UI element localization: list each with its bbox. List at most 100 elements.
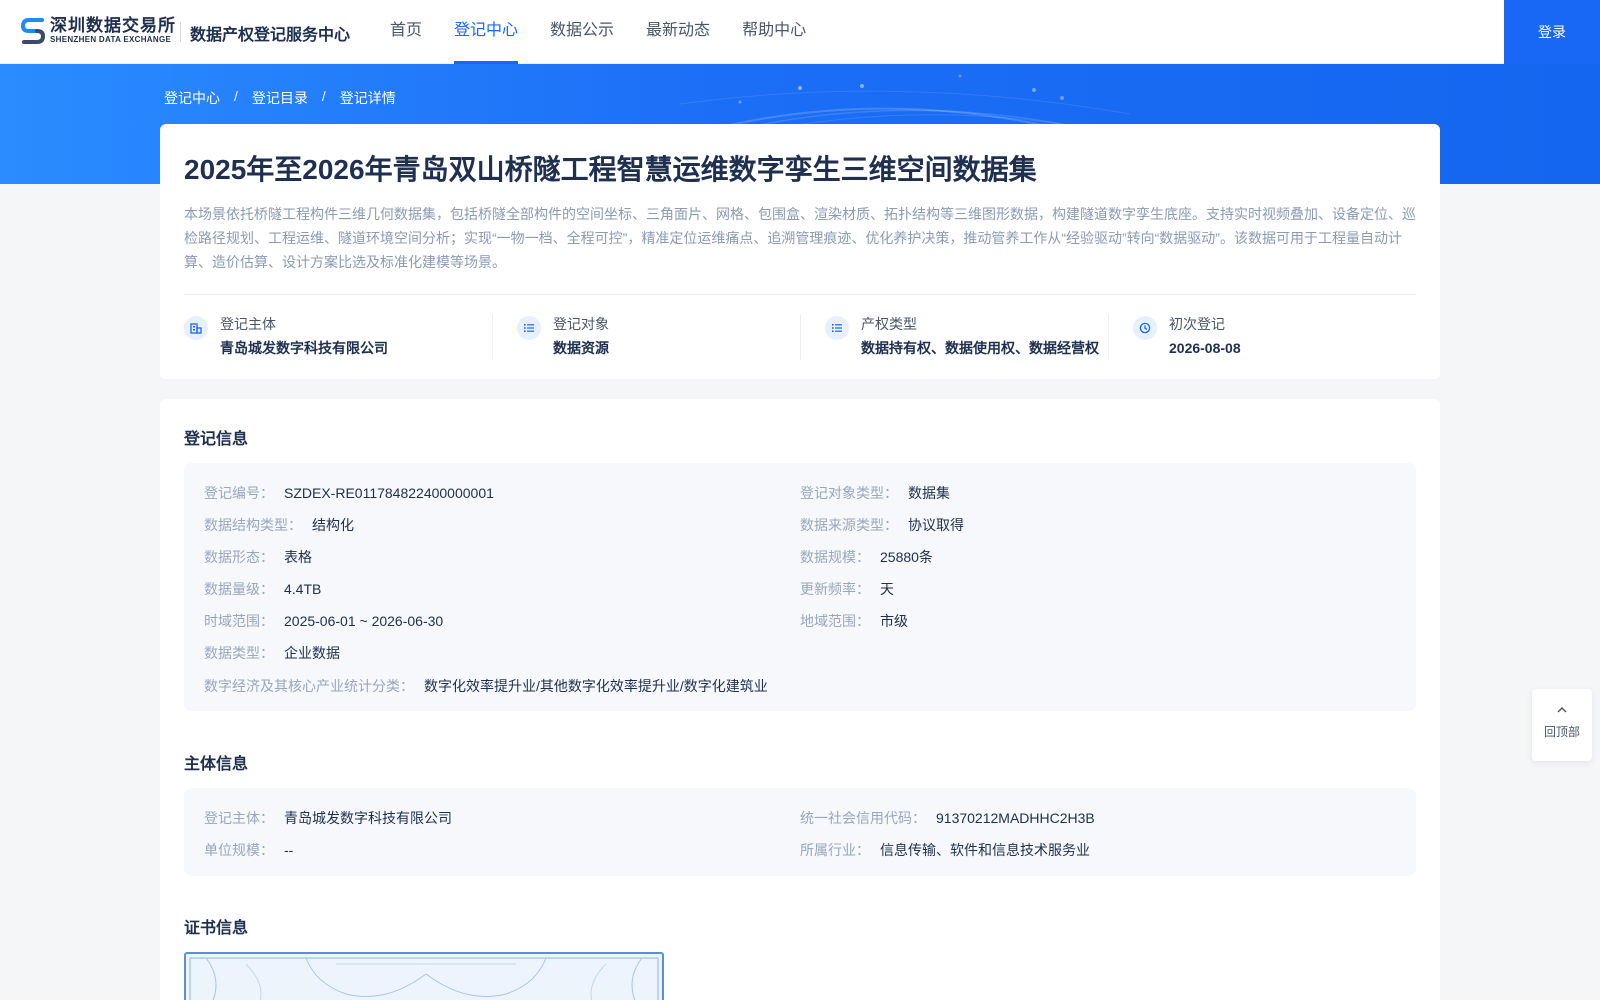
logo-icon (20, 16, 46, 46)
certificate-image[interactable] (184, 952, 664, 1000)
site-title: 数据产权登记服务中心 (190, 27, 351, 44)
info-key: 数据形态： (204, 549, 274, 565)
info-key: 数据来源类型： (800, 517, 898, 533)
info-value: 天 (880, 581, 894, 597)
certificate-info-title: 证书信息 (184, 920, 249, 937)
info-row: 登记对象类型： 数据集 (800, 483, 950, 503)
registration-info-title: 登记信息 (184, 431, 249, 448)
list-icon (517, 316, 541, 340)
chevron-up-icon (1532, 703, 1592, 717)
login-button[interactable]: 登录 (1504, 0, 1600, 64)
building-icon (184, 316, 208, 340)
breadcrumb-registration-center[interactable]: 登记中心 (164, 88, 220, 108)
breadcrumb-separator: / (321, 88, 326, 104)
meta-row: 登记主体 青岛城发数字科技有限公司 登记对象 数据资源 产权类型 数据持有权、数… (184, 314, 1416, 360)
meta-rights-type: 产权类型 数据持有权、数据使用权、数据经营权 (800, 314, 1108, 360)
info-key: 登记对象类型： (800, 485, 898, 501)
info-key: 数据量级： (204, 581, 274, 597)
info-key: 更新频率： (800, 581, 870, 597)
nav-latest-news[interactable]: 最新动态 (646, 0, 710, 64)
info-row: 数据规模： 25880条 (800, 547, 933, 567)
info-value: 数字化效率提升业/其他数字化效率提升业/数字化建筑业 (424, 678, 768, 694)
info-row: 登记编号： SZDEX-RE011784822400000001 (204, 483, 494, 503)
info-value: 表格 (284, 549, 312, 565)
meta-label: 登记对象 (553, 316, 609, 332)
info-row: 所属行业： 信息传输、软件和信息技术服务业 (800, 840, 1090, 860)
info-value: 结构化 (312, 517, 354, 533)
nav-data-publicity[interactable]: 数据公示 (550, 0, 614, 64)
info-key: 登记主体： (204, 810, 274, 826)
info-row: 数据形态： 表格 (204, 547, 312, 567)
info-key: 所属行业： (800, 842, 870, 858)
info-row: 数据类型： 企业数据 (204, 643, 340, 663)
info-value: 企业数据 (284, 645, 340, 661)
certificate-pattern (189, 957, 659, 1000)
meta-label: 登记主体 (220, 316, 276, 332)
info-key: 数据类型： (204, 645, 274, 661)
info-row: 单位规模： -- (204, 840, 293, 860)
nav-home[interactable]: 首页 (390, 0, 422, 64)
info-row: 数据来源类型： 协议取得 (800, 515, 964, 535)
info-value: -- (284, 842, 294, 858)
info-value: 91370212MADHHC2H3B (936, 810, 1095, 826)
nav-help-center[interactable]: 帮助中心 (742, 0, 806, 64)
meta-value: 数据资源 (553, 340, 609, 356)
info-value: 青岛城发数字科技有限公司 (284, 810, 452, 826)
detail-info-card: 登记信息 登记编号： SZDEX-RE011784822400000001 数据结… (160, 399, 1440, 1000)
clock-icon (1133, 316, 1157, 340)
info-value: 市级 (880, 613, 908, 629)
subject-info-box: 登记主体： 青岛城发数字科技有限公司 单位规模： -- 统一社会信用代码： 91370… (184, 788, 1416, 876)
info-value: 数据集 (908, 485, 950, 501)
meta-object: 登记对象 数据资源 (492, 314, 800, 360)
info-key: 数据结构类型： (204, 517, 302, 533)
breadcrumb-registration-detail: 登记详情 (339, 90, 396, 106)
info-key: 单位规模： (204, 842, 274, 858)
breadcrumb: 登记中心 / 登记目录 / 登记详情 (164, 88, 396, 108)
info-key: 数字经济及其核心产业统计分类： (204, 678, 414, 694)
back-to-top-label: 回顶部 (1543, 725, 1580, 739)
dataset-description: 本场景依托桥隧工程构件三维几何数据集，包括桥隧全部构件的空间坐标、三角面片、网格… (184, 206, 1416, 270)
top-header: 深圳数据交易所 SHENZHEN DATA EXCHANGE 数据产权登记服务中… (0, 0, 1600, 64)
info-key: 时域范围： (204, 613, 274, 629)
logo-name-cn: 深圳数据交易所 (50, 16, 176, 35)
nav-registration-center[interactable]: 登记中心 (454, 0, 519, 64)
meta-first-registration: 初次登记 2026-08-08 (1108, 314, 1416, 360)
info-value: 4.4TB (284, 581, 322, 597)
breadcrumb-registration-catalog[interactable]: 登记目录 (252, 88, 308, 108)
meta-value: 数据持有权、数据使用权、数据经营权 (861, 340, 1099, 356)
info-row: 统一社会信用代码： 91370212MADHHC2H3B (800, 808, 1095, 828)
back-to-top-button[interactable]: 回顶部 (1532, 689, 1592, 761)
info-row: 时域范围： 2025-06-01 ~ 2026-06-30 (204, 611, 443, 631)
meta-value: 青岛城发数字科技有限公司 (220, 340, 388, 356)
info-key: 地域范围： (800, 613, 870, 629)
info-row: 数字经济及其核心产业统计分类： 数字化效率提升业/其他数字化效率提升业/数字化建筑… (204, 676, 768, 696)
info-value: 协议取得 (908, 517, 964, 533)
dataset-summary-card: 2025年至2026年青岛双山桥隧工程智慧运维数字孪生三维空间数据集 本场景依托… (160, 124, 1440, 379)
info-value: 信息传输、软件和信息技术服务业 (880, 842, 1090, 858)
logo-name-en: SHENZHEN DATA EXCHANGE (50, 35, 172, 44)
header-divider (180, 22, 181, 42)
info-row: 数据结构类型： 结构化 (204, 515, 354, 535)
info-key: 登记编号： (204, 485, 274, 501)
info-key: 数据规模： (800, 549, 870, 565)
breadcrumb-separator: / (234, 88, 238, 104)
meta-label: 初次登记 (1169, 316, 1225, 332)
info-value: 2025-06-01 ~ 2026-06-30 (284, 613, 444, 629)
info-row: 地域范围： 市级 (800, 611, 908, 631)
info-row: 数据量级： 4.4TB (204, 579, 321, 599)
subject-info-title: 主体信息 (184, 756, 249, 773)
registration-info-box: 登记编号： SZDEX-RE011784822400000001 数据结构类型： 结… (184, 463, 1416, 711)
info-key: 统一社会信用代码： (800, 810, 926, 826)
meta-registrant: 登记主体 青岛城发数字科技有限公司 (184, 314, 492, 360)
info-row: 登记主体： 青岛城发数字科技有限公司 (204, 808, 452, 828)
list-icon (825, 316, 849, 340)
dataset-title: 2025年至2026年青岛双山桥隧工程智慧运维数字孪生三维空间数据集 (184, 154, 1037, 185)
main-nav: 首页 登记中心 数据公示 最新动态 帮助中心 (390, 0, 838, 64)
info-row: 更新频率： 天 (800, 579, 894, 599)
logo[interactable]: 深圳数据交易所 SHENZHEN DATA EXCHANGE (20, 16, 176, 46)
meta-label: 产权类型 (861, 316, 917, 332)
meta-value: 2026-08-08 (1169, 340, 1241, 356)
info-value: SZDEX-RE011784822400000001 (284, 485, 494, 501)
divider (184, 294, 1416, 295)
info-value: 25880条 (880, 549, 933, 565)
